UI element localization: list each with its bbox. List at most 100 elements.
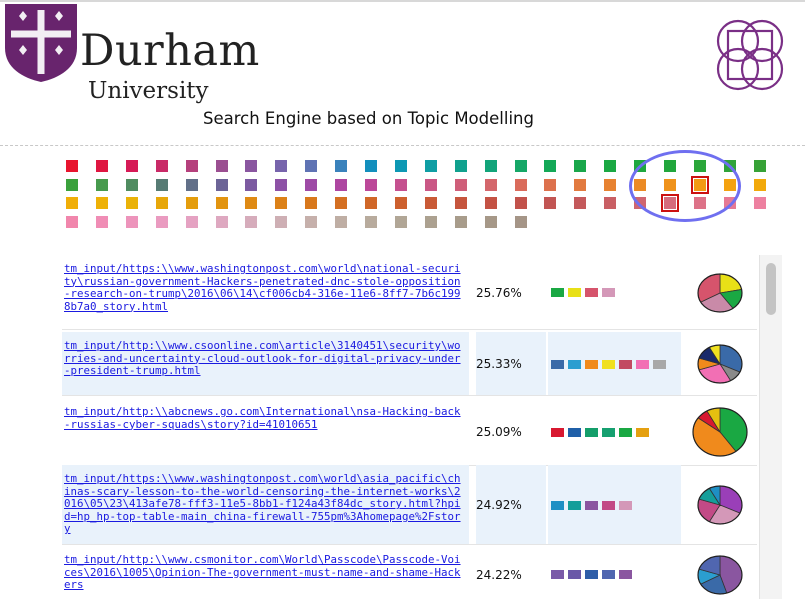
topic-swatch[interactable]	[514, 160, 527, 172]
topic-swatch[interactable]	[514, 197, 527, 209]
topic-swatch[interactable]	[753, 178, 766, 191]
topic-swatch[interactable]	[335, 197, 348, 209]
topic-swatch[interactable]	[125, 178, 138, 191]
topic-swatch[interactable]	[693, 160, 706, 172]
topic-swatch[interactable]	[424, 197, 437, 209]
topic-swatch[interactable]	[574, 178, 587, 191]
topic-swatch[interactable]	[215, 215, 228, 228]
topic-swatch[interactable]	[155, 215, 168, 228]
topic-swatch[interactable]	[245, 160, 258, 172]
topic-swatch[interactable]	[275, 197, 288, 209]
topic-swatch[interactable]	[634, 197, 647, 209]
topic-swatch[interactable]	[514, 215, 527, 228]
topic-swatch[interactable]	[95, 178, 108, 191]
topic-swatch[interactable]	[574, 197, 587, 209]
topic-swatch[interactable]	[484, 160, 497, 172]
topic-swatch[interactable]	[454, 215, 467, 228]
topic-swatch[interactable]	[634, 178, 647, 191]
topic-swatch[interactable]	[155, 160, 168, 172]
topic-swatch[interactable]	[275, 215, 288, 228]
topic-swatch[interactable]	[484, 197, 497, 209]
results-list[interactable]: tm_input/https:\\www.washingtonpost.com\…	[62, 255, 757, 599]
topic-swatch[interactable]	[125, 215, 138, 228]
topic-swatch[interactable]	[394, 178, 407, 191]
topic-swatch[interactable]	[245, 178, 258, 191]
result-row[interactable]: tm_input/https:\\www.washingtonpost.com\…	[62, 255, 757, 330]
topic-swatch[interactable]	[335, 215, 348, 228]
topic-swatch[interactable]	[514, 178, 527, 191]
topic-swatch[interactable]	[454, 178, 467, 191]
result-row[interactable]: tm_input/http:\\abcnews.go.com\Internati…	[62, 398, 757, 466]
topic-swatch[interactable]	[394, 160, 407, 172]
topic-swatch[interactable]	[664, 178, 676, 191]
topic-swatch[interactable]	[185, 178, 198, 191]
topic-swatch[interactable]	[66, 215, 78, 228]
topic-swatch[interactable]	[125, 160, 138, 172]
topic-swatch[interactable]	[394, 197, 407, 209]
topic-swatch[interactable]	[305, 160, 318, 172]
topic-swatch[interactable]	[723, 197, 736, 209]
topic-swatch[interactable]	[424, 160, 437, 172]
topic-swatch[interactable]	[215, 160, 228, 172]
topic-swatch[interactable]	[185, 197, 198, 209]
result-row[interactable]: tm_input/https:\\www.washingtonpost.com\…	[62, 465, 757, 545]
topic-swatch[interactable]	[185, 215, 198, 228]
result-link[interactable]: tm_input/http:\\abcnews.go.com\Internati…	[62, 398, 469, 466]
topic-swatch[interactable]	[604, 160, 617, 172]
topic-swatch[interactable]	[155, 178, 168, 191]
topic-swatch[interactable]	[66, 197, 78, 209]
topic-swatch[interactable]	[66, 160, 78, 172]
topic-swatch[interactable]	[723, 178, 736, 191]
topic-swatch[interactable]	[424, 178, 437, 191]
topic-swatch[interactable]	[215, 197, 228, 209]
topic-swatch[interactable]	[484, 178, 497, 191]
topic-swatch[interactable]	[215, 178, 228, 191]
topic-swatch[interactable]	[365, 160, 377, 172]
topic-swatch[interactable]	[335, 178, 348, 191]
topic-swatch[interactable]	[544, 160, 557, 172]
topic-swatch[interactable]	[394, 215, 407, 228]
topic-swatch[interactable]	[365, 197, 377, 209]
topic-swatch[interactable]	[365, 178, 377, 191]
topic-swatch[interactable]	[335, 160, 348, 172]
topic-swatch[interactable]	[95, 215, 108, 228]
topic-swatch[interactable]	[690, 175, 709, 194]
result-row[interactable]: tm_input/http:\\www.csmonitor.com\World\…	[62, 546, 757, 599]
topic-swatch[interactable]	[305, 178, 318, 191]
topic-swatch[interactable]	[155, 197, 168, 209]
result-link[interactable]: tm_input/https:\\www.washingtonpost.com\…	[62, 465, 469, 545]
topic-swatch[interactable]	[544, 197, 557, 209]
topic-swatch[interactable]	[245, 197, 258, 209]
result-link[interactable]: tm_input/https:\\www.washingtonpost.com\…	[62, 255, 469, 330]
topic-swatch[interactable]	[275, 160, 288, 172]
topic-swatch[interactable]	[275, 178, 288, 191]
topic-swatch[interactable]	[424, 215, 437, 228]
topic-swatch[interactable]	[484, 215, 497, 228]
topic-swatch[interactable]	[95, 197, 108, 209]
topic-swatch[interactable]	[604, 197, 617, 209]
topic-swatch[interactable]	[634, 160, 647, 172]
topic-swatch[interactable]	[185, 160, 198, 172]
scrollbar-thumb[interactable]	[766, 263, 776, 315]
topic-swatch[interactable]	[723, 160, 736, 172]
topic-swatch[interactable]	[66, 178, 78, 191]
topic-swatch[interactable]	[454, 197, 467, 209]
topic-swatch[interactable]	[753, 197, 766, 209]
topic-swatch[interactable]	[693, 197, 706, 209]
topic-swatch[interactable]	[661, 194, 679, 212]
results-scrollbar[interactable]	[759, 255, 782, 599]
topic-swatch[interactable]	[305, 215, 318, 228]
result-link[interactable]: tm_input/http:\\www.csoonline.com\articl…	[62, 332, 469, 396]
result-link[interactable]: tm_input/http:\\www.csmonitor.com\World\…	[62, 546, 469, 599]
topic-swatch[interactable]	[753, 160, 766, 172]
topic-swatch[interactable]	[604, 178, 617, 191]
topic-swatch[interactable]	[544, 178, 557, 191]
topic-swatch[interactable]	[574, 160, 587, 172]
topic-swatch[interactable]	[95, 160, 108, 172]
topic-swatch[interactable]	[664, 160, 676, 172]
topic-swatch[interactable]	[125, 197, 138, 209]
topic-swatch[interactable]	[365, 215, 377, 228]
topic-swatch[interactable]	[305, 197, 318, 209]
topic-swatch[interactable]	[245, 215, 258, 228]
result-row[interactable]: tm_input/http:\\www.csoonline.com\articl…	[62, 332, 757, 396]
